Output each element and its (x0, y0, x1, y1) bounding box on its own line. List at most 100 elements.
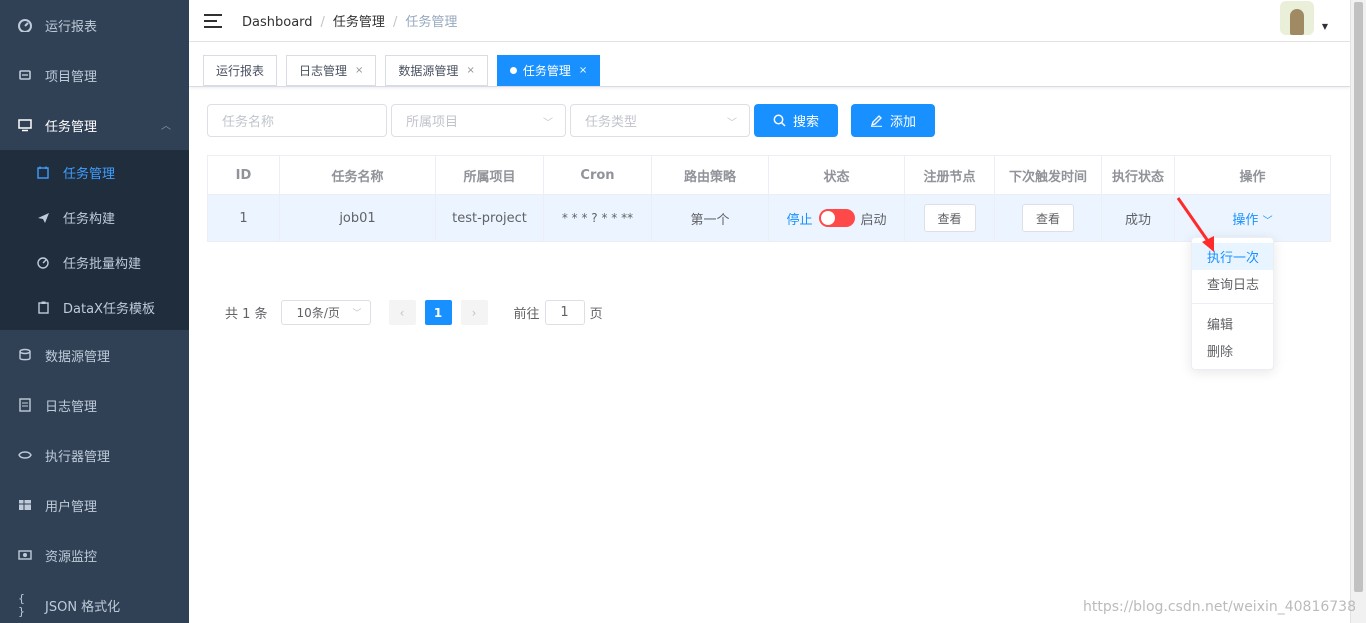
sidebar-subitem-label: 任务构建 (63, 212, 116, 227)
column-header[interactable]: 状态 (769, 156, 905, 194)
close-icon[interactable]: × (579, 65, 587, 76)
column-header[interactable]: 下次触发时间 (995, 156, 1102, 194)
add-button-label: 添加 (889, 115, 916, 130)
status-toggle[interactable] (818, 209, 855, 227)
sidebar-subitem-datax-template[interactable]: DataX任务模板 (0, 285, 189, 330)
column-header[interactable]: 路由策略 (652, 156, 769, 194)
tag-task[interactable]: 任务管理 × (496, 55, 601, 86)
close-icon[interactable]: × (466, 65, 474, 76)
filter-bar: 任务名称 所属项目 ﹀ 任务类型 ﹀ 搜索 添加 (207, 104, 935, 137)
page-number-current[interactable]: 1 (424, 300, 452, 325)
user-table-icon (18, 498, 32, 512)
sidebar-item-datasource[interactable]: 数据源管理 (0, 330, 189, 380)
goto-page-value: 1 (560, 305, 569, 320)
tag-label: 日志管理 (299, 64, 348, 78)
edit-icon (870, 115, 882, 127)
task-name-input[interactable]: 任务名称 (207, 104, 387, 137)
table-header: ID 任务名称 所属项目 Cron 路由策略 状态 注册节点 下次触发时间 执行… (208, 156, 1330, 195)
sidebar-item-label: 日志管理 (45, 399, 98, 415)
tag-datasource[interactable]: 数据源管理 × (385, 55, 488, 86)
prev-page-button[interactable]: ‹ (388, 300, 416, 325)
page-suffix: 页 (589, 307, 603, 322)
caret-down-icon[interactable]: ▼ (1322, 22, 1328, 31)
cell-route: 第一个 (652, 195, 769, 241)
chevron-down-icon: ﹀ (543, 118, 553, 129)
clipboard-icon (36, 301, 50, 315)
active-dot-icon (509, 67, 517, 74)
view-nodes-button[interactable]: 查看 (923, 204, 976, 232)
operation-dropdown-trigger[interactable]: 操作 ﹀ (1232, 209, 1272, 228)
tag-report[interactable]: 运行报表 (203, 55, 278, 86)
breadcrumb-item-dashboard[interactable]: Dashboard (242, 15, 313, 30)
task-name-placeholder: 任务名称 (222, 115, 275, 130)
sidebar-item-label: JSON 格式化 (45, 599, 121, 615)
cell-id: 1 (208, 195, 280, 241)
sidebar-subitem-label: 任务管理 (63, 167, 116, 182)
cell-cron: * * * ? * * ** (544, 195, 652, 241)
column-header[interactable]: 执行状态 (1102, 156, 1175, 194)
sidebar-item-label: 运行报表 (45, 19, 98, 35)
add-button[interactable]: 添加 (851, 104, 935, 137)
sidebar-item-label: 数据源管理 (45, 349, 111, 365)
menu-item-query-log[interactable]: 查询日志 (1192, 270, 1273, 297)
sidebar-subitem-task-manage[interactable]: 任务管理 (0, 150, 189, 195)
chevron-down-icon: ﹀ (1262, 215, 1273, 227)
gauge-icon (36, 256, 50, 270)
column-header[interactable]: 注册节点 (905, 156, 995, 194)
column-header[interactable]: 任务名称 (280, 156, 436, 194)
task-type-placeholder: 任务类型 (585, 115, 638, 130)
task-type-select[interactable]: 任务类型 ﹀ (570, 104, 750, 137)
next-page-button[interactable]: › (460, 300, 488, 325)
sidebar-item-json[interactable]: { } JSON 格式化 (0, 580, 189, 623)
project-select[interactable]: 所属项目 ﹀ (391, 104, 566, 137)
cell-nodes: 查看 (905, 195, 995, 241)
page-size-select[interactable]: 10条/页 ﹀ (280, 300, 371, 325)
monitor-icon (18, 118, 32, 132)
search-button[interactable]: 搜索 (754, 104, 838, 137)
main-area: Dashboard / 任务管理 / 任务管理 ▼ 运行报表 日志管理 × 数据源管理 … (189, 0, 1350, 623)
close-icon[interactable]: × (355, 65, 363, 76)
status-off-label[interactable]: 停止 (786, 209, 812, 228)
cell-name: job01 (280, 195, 436, 241)
chevron-right-icon: › (471, 305, 477, 320)
menu-item-delete[interactable]: 删除 (1192, 337, 1273, 364)
view-next-trigger-button[interactable]: 查看 (1022, 204, 1074, 232)
chevron-down-icon: ﹀ (352, 309, 362, 319)
table-row[interactable]: 1 job01 test-project * * * ? * * ** 第一个 … (208, 195, 1330, 241)
breadcrumb-item-task[interactable]: 任务管理 (333, 15, 385, 30)
column-header[interactable]: 操作 (1175, 156, 1330, 194)
column-header[interactable]: 所属项目 (436, 156, 544, 194)
sidebar-item-log[interactable]: 日志管理 (0, 380, 189, 430)
sidebar-item-resource[interactable]: 资源监控 (0, 530, 189, 580)
status-switch-wrap: 停止 启动 (786, 209, 887, 228)
dashboard-icon (18, 18, 32, 32)
calendar-icon (36, 166, 50, 180)
sidebar-item-report[interactable]: 运行报表 (0, 0, 189, 50)
project-placeholder: 所属项目 (406, 115, 459, 130)
task-table: ID 任务名称 所属项目 Cron 路由策略 状态 注册节点 下次触发时间 执行… (207, 155, 1331, 242)
executor-icon (18, 448, 32, 462)
tag-log[interactable]: 日志管理 × (286, 55, 377, 86)
page-scrollbar[interactable] (1350, 0, 1366, 623)
column-header[interactable]: ID (208, 156, 280, 194)
database-icon (18, 348, 32, 362)
sidebar-subitem-task-build[interactable]: 任务构建 (0, 195, 189, 240)
sidebar-item-project[interactable]: 项目管理 (0, 50, 189, 100)
tag-label: 任务管理 (522, 64, 571, 78)
search-button-label: 搜索 (792, 115, 819, 130)
menu-item-edit[interactable]: 编辑 (1192, 310, 1273, 337)
chevron-down-icon: ﹀ (727, 118, 737, 129)
paper-plane-icon (36, 211, 50, 225)
column-header[interactable]: Cron (544, 156, 652, 194)
sidebar-item-user[interactable]: 用户管理 (0, 480, 189, 530)
sidebar-item-task[interactable]: 任务管理 ︿ (0, 100, 189, 150)
goto-page-input[interactable]: 1 (544, 300, 585, 325)
cell-project: test-project (436, 195, 544, 241)
hamburger-icon[interactable] (204, 13, 222, 28)
sidebar-item-executor[interactable]: 执行器管理 (0, 430, 189, 480)
chevron-up-icon: ︿ (161, 121, 171, 132)
sidebar-subitem-batch-build[interactable]: 任务批量构建 (0, 240, 189, 285)
status-on-label[interactable]: 启动 (861, 209, 887, 228)
menu-divider (1192, 303, 1273, 304)
avatar[interactable] (1280, 1, 1314, 35)
